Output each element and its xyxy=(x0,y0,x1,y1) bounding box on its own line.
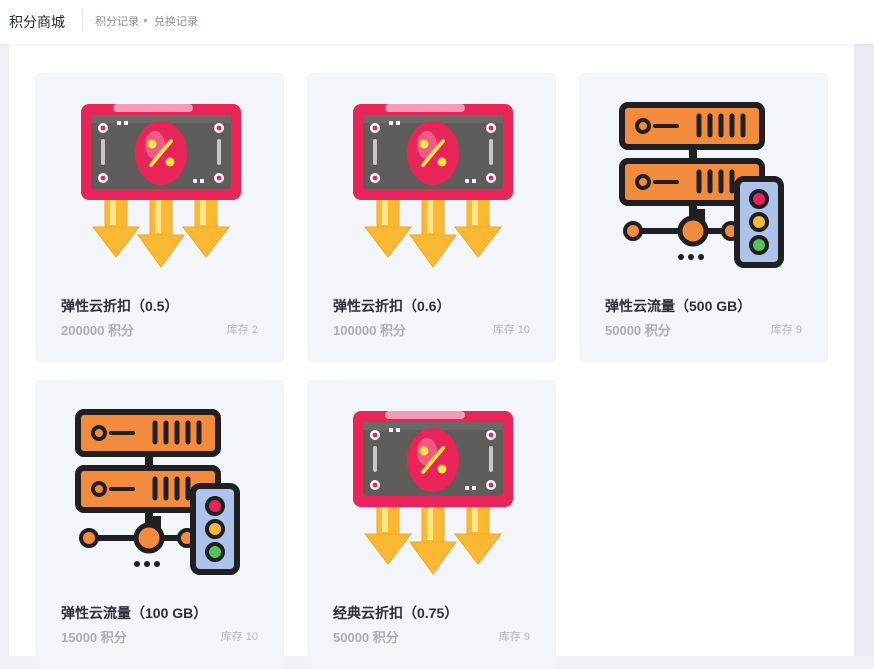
product-stock: 库存 2 xyxy=(226,324,258,336)
product-name: 弹性云折扣（0.5） xyxy=(61,298,179,314)
product-name: 弹性云流量（500 GB） xyxy=(605,298,752,314)
product-points: 15000 积分 xyxy=(61,630,127,645)
product-card[interactable]: 弹性云流量（500 GB） 50000 积分 库存 9 xyxy=(579,73,828,362)
product-points: 200000 积分 xyxy=(61,323,134,338)
discount-coupon-icon xyxy=(345,99,521,275)
product-name: 弹性云流量（100 GB） xyxy=(61,605,208,621)
server-traffic-icon xyxy=(619,101,795,277)
product-card[interactable]: 弹性云流量（100 GB） 15000 积分 库存 10 xyxy=(35,380,284,669)
discount-coupon-icon xyxy=(73,99,249,275)
product-points: 50000 积分 xyxy=(605,323,671,338)
product-points: 100000 积分 xyxy=(333,323,406,338)
server-traffic-icon xyxy=(75,408,251,584)
product-stock: 库存 9 xyxy=(498,631,530,643)
title-divider xyxy=(82,10,83,31)
product-card[interactable]: 弹性云折扣（0.5） 200000 积分 库存 2 xyxy=(35,73,284,362)
points-record-link[interactable]: 积分记录 xyxy=(95,13,139,29)
product-stock: 库存 10 xyxy=(220,631,258,643)
side-strip xyxy=(854,44,874,656)
product-name: 弹性云折扣（0.6） xyxy=(333,298,451,314)
discount-coupon-icon xyxy=(345,406,521,582)
exchange-record-link[interactable]: 兑换记录 xyxy=(154,13,198,29)
product-card[interactable]: 经典云折扣（0.75） 50000 积分 库存 9 xyxy=(307,380,556,669)
product-points: 50000 积分 xyxy=(333,630,399,645)
product-card[interactable]: 弹性云折扣（0.6） 100000 积分 库存 10 xyxy=(307,73,556,362)
top-bar: 积分商城 积分记录 兑换记录 xyxy=(0,0,874,44)
product-stock: 库存 10 xyxy=(492,324,530,336)
nav-separator-dot xyxy=(144,19,147,22)
product-stock: 库存 9 xyxy=(770,324,802,336)
product-name: 经典云折扣（0.75） xyxy=(333,605,459,621)
page-title: 积分商城 xyxy=(9,14,65,30)
